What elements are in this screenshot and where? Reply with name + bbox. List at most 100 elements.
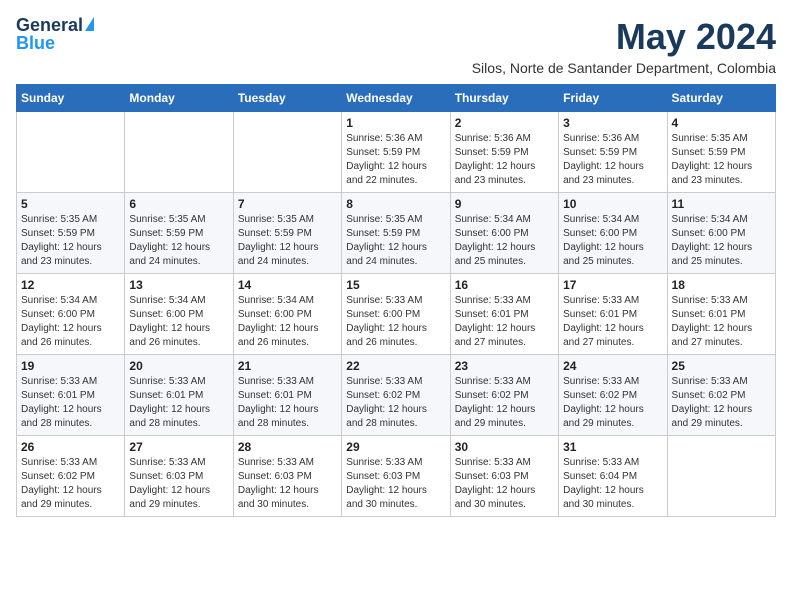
day-number: 10 <box>563 197 662 211</box>
calendar-day-cell: 1 Sunrise: 5:36 AM Sunset: 5:59 PM Daylig… <box>342 112 450 193</box>
day-number: 11 <box>672 197 771 211</box>
day-of-week-header: Sunday <box>17 85 125 112</box>
day-number: 15 <box>346 278 445 292</box>
day-of-week-header: Wednesday <box>342 85 450 112</box>
day-number: 9 <box>455 197 554 211</box>
calendar-week-row: 1 Sunrise: 5:36 AM Sunset: 5:59 PM Daylig… <box>17 112 776 193</box>
day-info: Sunrise: 5:36 AM Sunset: 5:59 PM Dayligh… <box>346 132 445 188</box>
day-of-week-header: Thursday <box>450 85 558 112</box>
day-info: Sunrise: 5:33 AM Sunset: 6:02 PM Dayligh… <box>346 375 445 431</box>
day-number: 6 <box>129 197 228 211</box>
day-of-week-header: Saturday <box>667 85 775 112</box>
day-info: Sunrise: 5:34 AM Sunset: 6:00 PM Dayligh… <box>455 213 554 269</box>
calendar-week-row: 19 Sunrise: 5:33 AM Sunset: 6:01 PM Dayli… <box>17 355 776 436</box>
day-number: 30 <box>455 440 554 454</box>
day-of-week-header: Friday <box>559 85 667 112</box>
day-number: 16 <box>455 278 554 292</box>
logo-blue-text: Blue <box>16 34 55 54</box>
day-info: Sunrise: 5:35 AM Sunset: 5:59 PM Dayligh… <box>238 213 337 269</box>
day-number: 28 <box>238 440 337 454</box>
day-info: Sunrise: 5:33 AM Sunset: 6:03 PM Dayligh… <box>455 456 554 512</box>
day-number: 7 <box>238 197 337 211</box>
day-number: 18 <box>672 278 771 292</box>
calendar-day-cell: 7 Sunrise: 5:35 AM Sunset: 5:59 PM Daylig… <box>233 193 341 274</box>
day-info: Sunrise: 5:34 AM Sunset: 6:00 PM Dayligh… <box>21 294 120 350</box>
day-info: Sunrise: 5:33 AM Sunset: 6:01 PM Dayligh… <box>238 375 337 431</box>
calendar-day-cell: 31 Sunrise: 5:33 AM Sunset: 6:04 PM Dayli… <box>559 436 667 517</box>
calendar-empty-cell <box>667 436 775 517</box>
day-info: Sunrise: 5:33 AM Sunset: 6:03 PM Dayligh… <box>129 456 228 512</box>
calendar-day-cell: 20Sunrise: 5:33 AM Sunset: 6:01 PM Dayli… <box>125 355 233 436</box>
day-info: Sunrise: 5:35 AM Sunset: 5:59 PM Dayligh… <box>129 213 228 269</box>
calendar-empty-cell <box>233 112 341 193</box>
calendar-day-cell: 21Sunrise: 5:33 AM Sunset: 6:01 PM Dayli… <box>233 355 341 436</box>
page-header: General Blue May 2024 Silos, Norte de Sa… <box>16 16 776 76</box>
calendar-day-cell: 8Sunrise: 5:35 AM Sunset: 5:59 PM Daylig… <box>342 193 450 274</box>
calendar-day-cell: 29 Sunrise: 5:33 AM Sunset: 6:03 PM Dayli… <box>342 436 450 517</box>
calendar-day-cell: 24 Sunrise: 5:33 AM Sunset: 6:02 PM Dayli… <box>559 355 667 436</box>
day-of-week-header: Monday <box>125 85 233 112</box>
calendar-day-cell: 2 Sunrise: 5:36 AM Sunset: 5:59 PM Daylig… <box>450 112 558 193</box>
day-info: Sunrise: 5:34 AM Sunset: 6:00 PM Dayligh… <box>672 213 771 269</box>
calendar-day-cell: 9 Sunrise: 5:34 AM Sunset: 6:00 PM Daylig… <box>450 193 558 274</box>
day-number: 3 <box>563 116 662 130</box>
day-info: Sunrise: 5:36 AM Sunset: 5:59 PM Dayligh… <box>455 132 554 188</box>
calendar-day-cell: 15 Sunrise: 5:33 AM Sunset: 6:00 PM Dayli… <box>342 274 450 355</box>
calendar-day-cell: 3 Sunrise: 5:36 AM Sunset: 5:59 PM Daylig… <box>559 112 667 193</box>
day-info: Sunrise: 5:33 AM Sunset: 6:00 PM Dayligh… <box>346 294 445 350</box>
day-number: 24 <box>563 359 662 373</box>
calendar-day-cell: 19Sunrise: 5:33 AM Sunset: 6:01 PM Dayli… <box>17 355 125 436</box>
day-number: 19 <box>21 359 120 373</box>
day-info: Sunrise: 5:33 AM Sunset: 6:02 PM Dayligh… <box>563 375 662 431</box>
day-info: Sunrise: 5:34 AM Sunset: 6:00 PM Dayligh… <box>129 294 228 350</box>
day-number: 31 <box>563 440 662 454</box>
calendar-day-cell: 5 Sunrise: 5:35 AM Sunset: 5:59 PM Daylig… <box>17 193 125 274</box>
calendar-day-cell: 23 Sunrise: 5:33 AM Sunset: 6:02 PM Dayli… <box>450 355 558 436</box>
calendar-day-cell: 26 Sunrise: 5:33 AM Sunset: 6:02 PM Dayli… <box>17 436 125 517</box>
day-number: 14 <box>238 278 337 292</box>
day-number: 12 <box>21 278 120 292</box>
calendar-empty-cell <box>125 112 233 193</box>
calendar-day-cell: 30 Sunrise: 5:33 AM Sunset: 6:03 PM Dayli… <box>450 436 558 517</box>
day-number: 13 <box>129 278 228 292</box>
day-number: 27 <box>129 440 228 454</box>
location: Silos, Norte de Santander Department, Co… <box>472 60 776 76</box>
day-number: 2 <box>455 116 554 130</box>
calendar-day-cell: 28Sunrise: 5:33 AM Sunset: 6:03 PM Dayli… <box>233 436 341 517</box>
day-info: Sunrise: 5:35 AM Sunset: 5:59 PM Dayligh… <box>672 132 771 188</box>
day-info: Sunrise: 5:36 AM Sunset: 5:59 PM Dayligh… <box>563 132 662 188</box>
day-number: 8 <box>346 197 445 211</box>
logo: General Blue <box>16 16 94 54</box>
calendar-day-cell: 13 Sunrise: 5:34 AM Sunset: 6:00 PM Dayli… <box>125 274 233 355</box>
day-number: 1 <box>346 116 445 130</box>
day-number: 23 <box>455 359 554 373</box>
calendar-body: 1 Sunrise: 5:36 AM Sunset: 5:59 PM Daylig… <box>17 112 776 517</box>
day-info: Sunrise: 5:35 AM Sunset: 5:59 PM Dayligh… <box>21 213 120 269</box>
day-number: 25 <box>672 359 771 373</box>
day-number: 29 <box>346 440 445 454</box>
day-info: Sunrise: 5:33 AM Sunset: 6:04 PM Dayligh… <box>563 456 662 512</box>
day-info: Sunrise: 5:33 AM Sunset: 6:01 PM Dayligh… <box>129 375 228 431</box>
month-title: May 2024 <box>472 16 776 58</box>
calendar-empty-cell <box>17 112 125 193</box>
day-of-week-header: Tuesday <box>233 85 341 112</box>
calendar-day-cell: 17Sunrise: 5:33 AM Sunset: 6:01 PM Dayli… <box>559 274 667 355</box>
title-area: May 2024 Silos, Norte de Santander Depar… <box>472 16 776 76</box>
calendar-day-cell: 6 Sunrise: 5:35 AM Sunset: 5:59 PM Daylig… <box>125 193 233 274</box>
header-row: SundayMondayTuesdayWednesdayThursdayFrid… <box>17 85 776 112</box>
day-info: Sunrise: 5:33 AM Sunset: 6:02 PM Dayligh… <box>21 456 120 512</box>
day-info: Sunrise: 5:34 AM Sunset: 6:00 PM Dayligh… <box>563 213 662 269</box>
calendar-week-row: 12 Sunrise: 5:34 AM Sunset: 6:00 PM Dayli… <box>17 274 776 355</box>
day-info: Sunrise: 5:33 AM Sunset: 6:03 PM Dayligh… <box>346 456 445 512</box>
day-number: 5 <box>21 197 120 211</box>
calendar-day-cell: 27 Sunrise: 5:33 AM Sunset: 6:03 PM Dayli… <box>125 436 233 517</box>
day-number: 26 <box>21 440 120 454</box>
calendar-week-row: 5 Sunrise: 5:35 AM Sunset: 5:59 PM Daylig… <box>17 193 776 274</box>
day-info: Sunrise: 5:33 AM Sunset: 6:01 PM Dayligh… <box>563 294 662 350</box>
calendar-day-cell: 11 Sunrise: 5:34 AM Sunset: 6:00 PM Dayli… <box>667 193 775 274</box>
day-info: Sunrise: 5:33 AM Sunset: 6:02 PM Dayligh… <box>455 375 554 431</box>
day-number: 4 <box>672 116 771 130</box>
calendar-table: SundayMondayTuesdayWednesdayThursdayFrid… <box>16 84 776 517</box>
calendar-day-cell: 22Sunrise: 5:33 AM Sunset: 6:02 PM Dayli… <box>342 355 450 436</box>
calendar-day-cell: 12 Sunrise: 5:34 AM Sunset: 6:00 PM Dayli… <box>17 274 125 355</box>
